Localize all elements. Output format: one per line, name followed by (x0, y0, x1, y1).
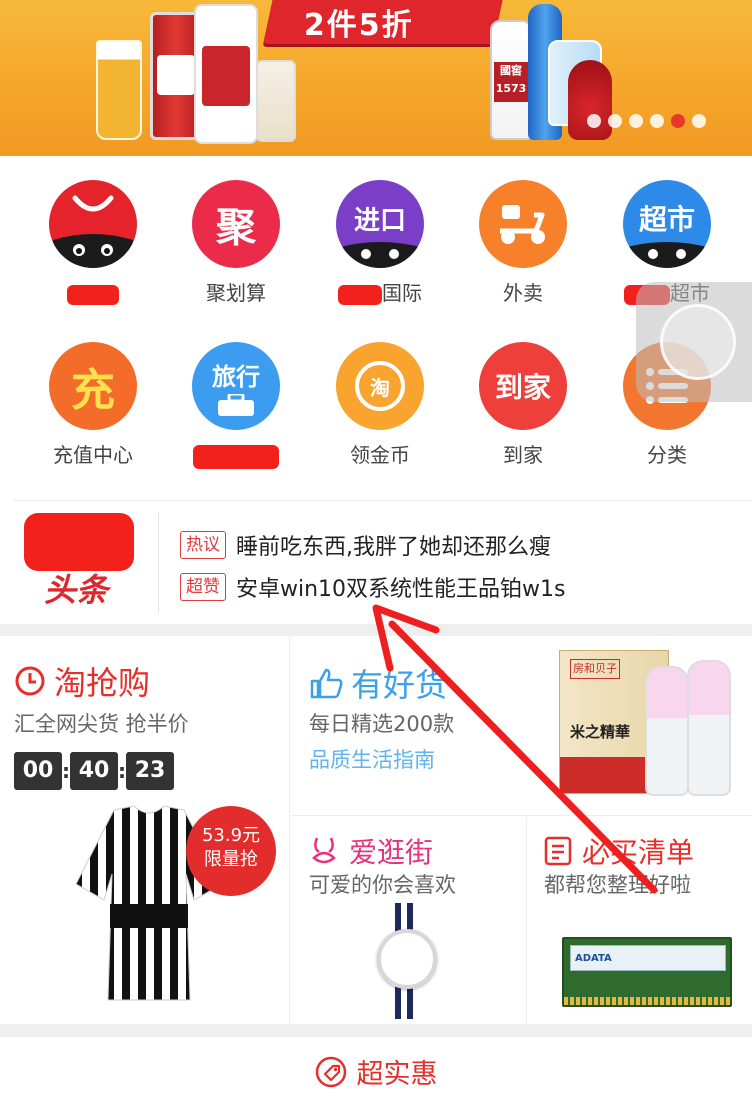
coin-icon: 淘 (336, 342, 424, 430)
toutiao-logo-text: 头条 (44, 571, 109, 609)
grid-item-label: 分类 (647, 443, 687, 467)
countdown-hours: 00 (14, 752, 62, 790)
bimai-panel[interactable]: 必买清单 都帮您整理好啦 ADATA (528, 817, 752, 1024)
aiguangjie-panel[interactable]: 爱逛街 可爱的你会喜欢 (291, 817, 527, 1024)
carousel-dot[interactable] (629, 114, 643, 128)
carousel-dot[interactable] (692, 114, 706, 128)
toutiao-logo: 头条 (20, 513, 140, 609)
liquor-box-image (194, 4, 258, 144)
beer-glass-image (96, 40, 142, 140)
youhaohuo-title: 有好货 (309, 660, 447, 706)
banner-ribbon: 2件5折 (263, 0, 507, 44)
youhaohuo-subtitle: 每日精选200款 (309, 712, 455, 736)
water-bottle-image (645, 666, 689, 796)
banner-headline: 2件5折 (303, 8, 414, 43)
grid-item-label (38, 280, 148, 306)
youhaohuo-link[interactable]: 品质生活指南 (309, 744, 435, 774)
price-note: 限量抢 (204, 849, 258, 870)
aiguangjie-subtitle: 可爱的你会喜欢 (309, 873, 456, 897)
redacted-label (193, 444, 279, 469)
carousel-dot[interactable] (587, 114, 601, 128)
price-tag-icon (315, 1056, 346, 1087)
section-divider (0, 1024, 752, 1036)
countdown-seconds: 23 (126, 752, 174, 790)
grid-item-label: 到家 (503, 443, 543, 467)
headline-tag: 热议 (180, 531, 226, 559)
liquor-bottle-image (256, 60, 296, 142)
bimai-subtitle: 都帮您整理好啦 (544, 873, 691, 897)
import-icon: 进口 (336, 180, 424, 268)
guojiao-bottle-image: 國窖 1573 (490, 20, 532, 140)
redacted-label (338, 284, 382, 305)
grid-item-coins[interactable]: 淘 领金币 (325, 342, 435, 468)
grid-item-label: 国际 (325, 280, 435, 306)
recharge-icon: 充 (49, 342, 137, 430)
rice-box-text: 米之精華 (570, 723, 631, 741)
bimai-title: 必买清单 (544, 831, 694, 871)
rice-box-brand: 房和贝子 (570, 659, 620, 679)
taoqianggou-title: 淘抢购 (14, 658, 150, 704)
carousel-dot[interactable] (650, 114, 664, 128)
list-icon (544, 836, 572, 866)
grid-item-label: 聚划算 (206, 281, 266, 305)
grid-item-tmall[interactable] (38, 180, 148, 306)
water-bottle-image (687, 660, 731, 796)
carousel-dots[interactable] (587, 114, 706, 128)
headline-item[interactable]: 超赞 安卓win10双系统性能王品铂w1s (180, 571, 566, 603)
grid-item-travel[interactable]: 旅行 (181, 342, 291, 469)
tmall-cart-icon (49, 180, 137, 268)
travel-icon: 旅行 (192, 342, 280, 430)
taoqianggou-subtitle: 汇全网尖货 抢半价 (14, 712, 189, 736)
headline-tag: 超赞 (180, 573, 226, 601)
grid-item-label: 外卖 (503, 281, 543, 305)
juhuasuan-icon: 聚 (192, 180, 280, 268)
countdown-minutes: 40 (70, 752, 118, 790)
thumbs-up-icon (310, 668, 343, 699)
carousel-dot[interactable] (608, 114, 622, 128)
youhaohuo-panel[interactable]: 有好货 每日精选200款 品质生活指南 房和贝子 米之精華 (291, 636, 752, 816)
bottle-label-2: 1573 (495, 82, 527, 95)
home-delivery-icon: 到家 (479, 342, 567, 430)
grid-item-waimai[interactable]: 外卖 (468, 180, 578, 306)
grid-item-daojia[interactable]: 到家 到家 (468, 342, 578, 468)
headline-text[interactable]: 安卓win10双系统性能王品铂w1s (236, 571, 566, 603)
countdown-timer: 00 : 40 : 23 (14, 752, 174, 790)
grid-item-label (181, 442, 291, 469)
price-value: 53.9元 (201, 825, 261, 846)
promo-banner[interactable]: 2件5折 國窖 1573 (0, 0, 752, 156)
bottle-label-1: 國窖 (500, 64, 522, 77)
redacted-logo (24, 513, 134, 571)
assistive-touch-button[interactable] (636, 282, 752, 402)
chaoshihui-title: 超实惠 (356, 1059, 438, 1090)
headline-item[interactable]: 热议 睡前吃东西,我胖了她却还那么瘦 (180, 529, 551, 561)
grid-item-label: 充值中心 (53, 443, 133, 467)
price-badge: 53.9元 限量抢 (186, 806, 276, 896)
supermarket-icon: 超市 (623, 180, 711, 268)
clock-icon (15, 666, 45, 696)
grid-item-recharge[interactable]: 充 充值中心 (38, 342, 148, 468)
headline-text[interactable]: 睡前吃东西,我胖了她却还那么瘦 (236, 529, 551, 561)
grid-item-label: 领金币 (350, 443, 410, 467)
headline-separator (158, 513, 159, 613)
taoqianggou-panel[interactable]: 淘抢购 汇全网尖货 抢半价 00 : 40 : 23 53.9元 限量抢 (0, 636, 290, 1024)
ram-brand-label: ADATA (575, 953, 612, 964)
red-bottle-image (568, 60, 612, 140)
section-divider (0, 624, 752, 636)
watch-image[interactable] (377, 903, 437, 1019)
grid-item-juhuasuan[interactable]: 聚 聚划算 (181, 180, 291, 306)
bunny-icon (312, 837, 336, 864)
ram-stick-image[interactable]: ADATA (562, 937, 732, 1007)
scooter-icon (479, 180, 567, 268)
headline-news[interactable]: 头条 热议 睡前吃东西,我胖了她却还那么瘦 超赞 安卓win10双系统性能王品铂… (14, 500, 752, 624)
chaoshihui-section[interactable]: 超实惠 (0, 1036, 752, 1106)
aiguangjie-title: 爱逛街 (309, 831, 433, 871)
redacted-label (67, 284, 119, 305)
grid-item-import[interactable]: 进口 国际 (325, 180, 435, 306)
carousel-dot-active[interactable] (671, 114, 685, 128)
